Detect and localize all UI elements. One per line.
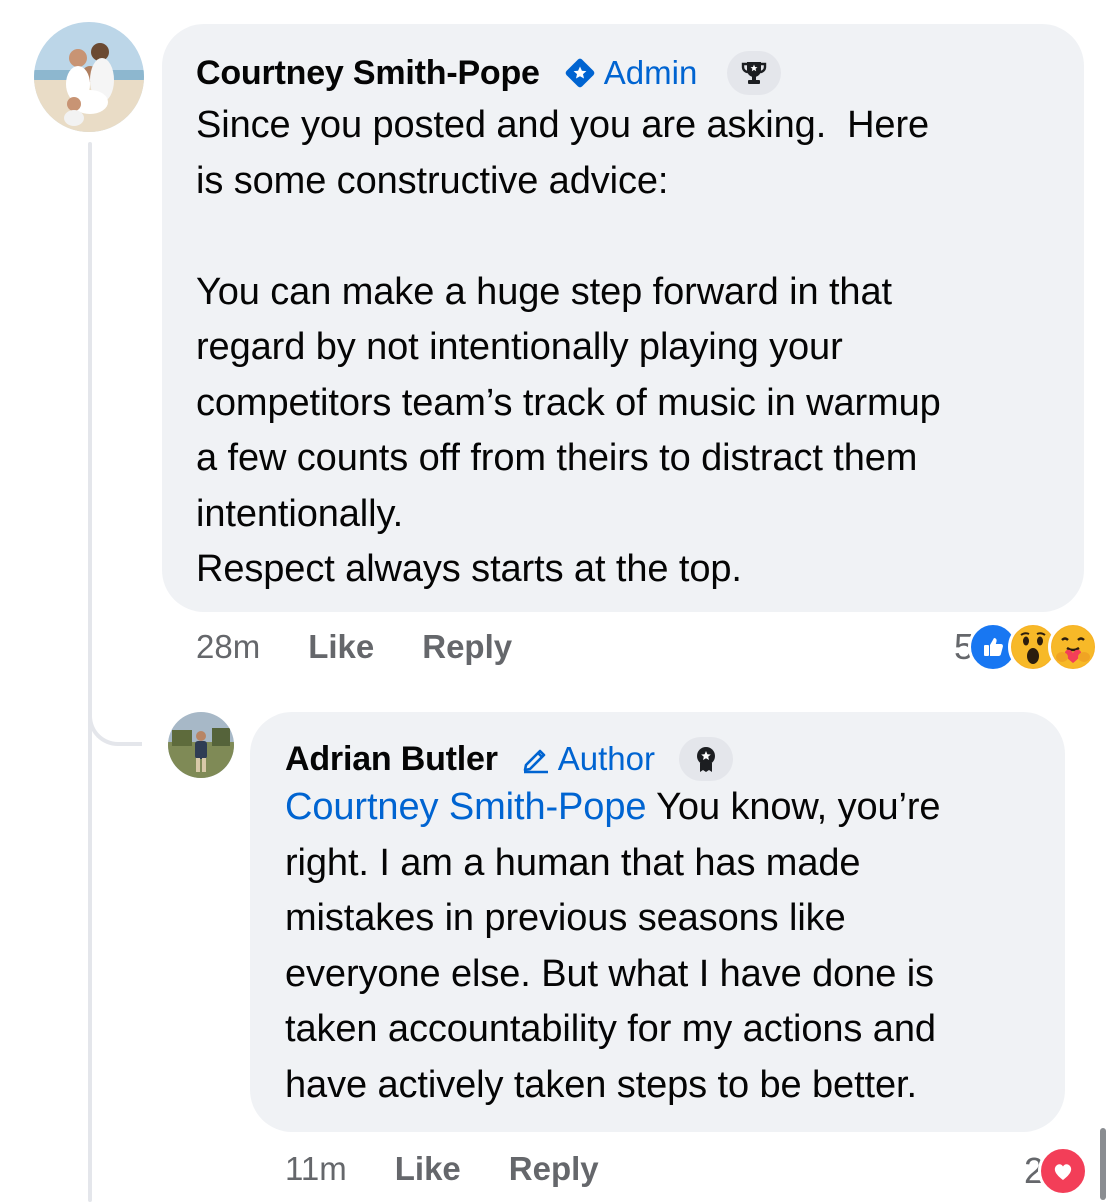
role-badge: Author — [520, 740, 655, 778]
role-label: Admin — [603, 54, 698, 91]
reply-bubble: Adrian Butler Author Courtney Smith-Pope… — [250, 712, 1065, 1132]
comment-bubble: Courtney Smith-Pope Admin Since you post… — [162, 24, 1084, 612]
reaction-summary[interactable]: 2 — [1024, 1146, 1088, 1196]
pencil-icon — [523, 749, 548, 774]
comment-body: You know, you’re right. I am a human tha… — [285, 786, 941, 1106]
admin-star-diamond-icon — [565, 58, 595, 88]
award-ribbon-icon — [697, 747, 715, 772]
comment-actions: 28m Like Reply — [196, 628, 512, 666]
comment-timestamp[interactable]: 28m — [196, 628, 260, 666]
scrollbar[interactable] — [1100, 1128, 1106, 1200]
role-badge: Admin — [562, 54, 698, 92]
avatar[interactable] — [168, 712, 234, 778]
comment-text: Courtney Smith-Pope You know, you’re rig… — [285, 780, 1031, 1113]
reaction-summary[interactable]: 5 — [954, 622, 1098, 672]
mention-link[interactable]: Courtney Smith-Pope — [285, 786, 646, 828]
contributor-badge[interactable] — [727, 51, 782, 95]
like-button[interactable]: Like — [308, 628, 374, 666]
care-reaction-icon — [1048, 622, 1098, 672]
reply-connector — [88, 660, 142, 746]
reply-button[interactable]: Reply — [422, 628, 512, 666]
comment-author[interactable]: Courtney Smith-Pope — [196, 54, 540, 93]
role-label: Author — [557, 740, 655, 777]
comment-text: Since you posted and you are asking. Her… — [196, 104, 941, 590]
reply-button[interactable]: Reply — [509, 1150, 599, 1188]
love-reaction-icon — [1038, 1146, 1088, 1196]
contributor-badge[interactable] — [679, 737, 733, 781]
avatar[interactable] — [34, 22, 144, 132]
comment-timestamp[interactable]: 11m — [285, 1150, 347, 1188]
like-button[interactable]: Like — [395, 1150, 461, 1188]
comment-actions: 11m Like Reply — [285, 1150, 599, 1188]
trophy-icon — [742, 62, 767, 84]
comment-author[interactable]: Adrian Butler — [285, 740, 498, 779]
